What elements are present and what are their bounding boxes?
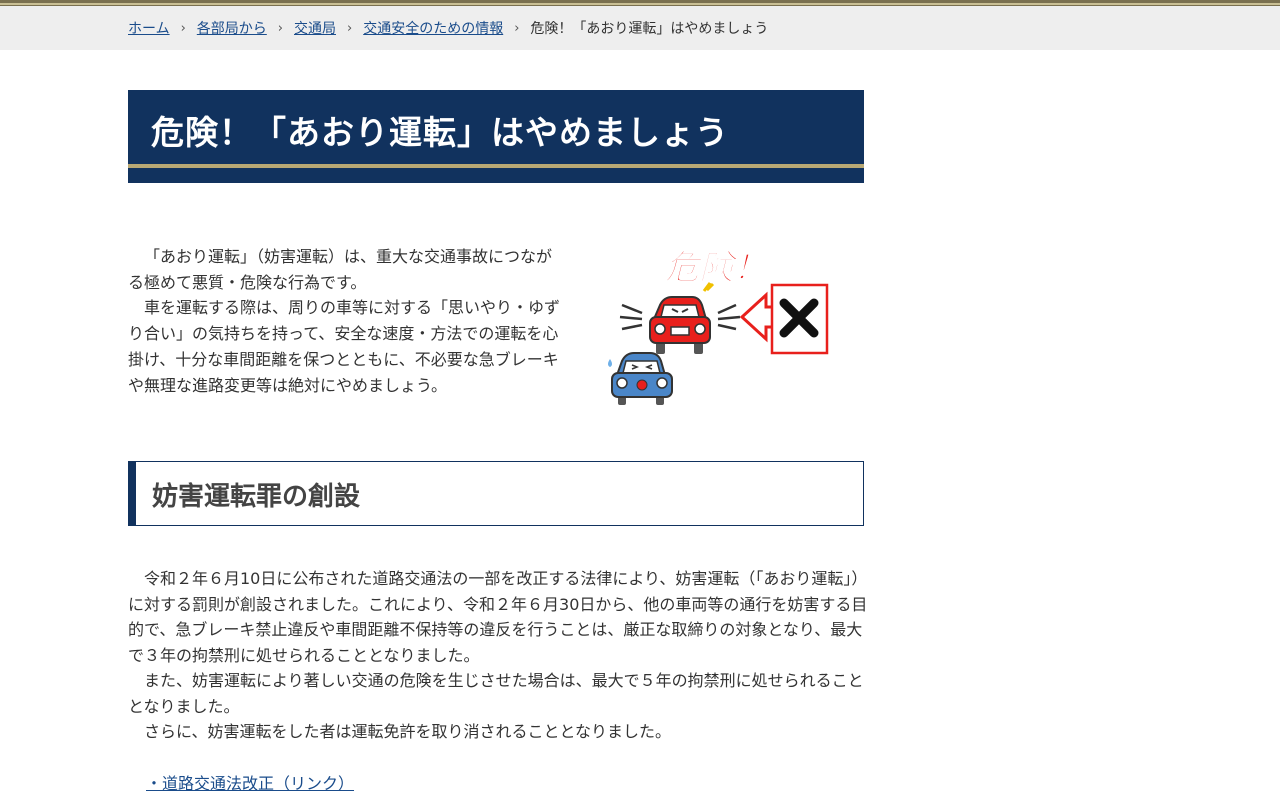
intro-text: 「あおり運転」（妨害運転）は、重大な交通事故につながる極めて悪質・危険な行為です… [128, 244, 560, 398]
page-title-banner: 危険！「あおり運転」はやめましょう [128, 90, 864, 183]
title-gold-rule [128, 164, 864, 168]
breadcrumb-traffic-safety-link[interactable]: 交通安全のための情報 [363, 18, 503, 38]
body-paragraph: 令和２年６月10日に公布された道路交通法の一部を改正する法律により、妨害運転（「… [128, 569, 868, 665]
breadcrumb-departments-link[interactable]: 各部局から [197, 18, 267, 38]
breadcrumb-transport-bureau-link[interactable]: 交通局 [294, 18, 336, 38]
tailgating-illustration: 危険！ [600, 235, 840, 415]
intro-paragraph: 「あおり運転」（妨害運転）は、重大な交通事故につながる極めて悪質・危険な行為です… [128, 247, 553, 292]
breadcrumb-bar: ホーム › 各部局から › 交通局 › 交通安全のための情報 › 危険！「あおり… [0, 6, 1280, 50]
intro-paragraph: 車を運転する際は、周りの車等に対する「思いやり・ゆずり合い」の気持ちを持って、安… [128, 298, 561, 395]
page-title: 危険！「あおり運転」はやめましょう [151, 113, 729, 152]
danger-caption: 危険！ [664, 248, 767, 288]
section-heading: 妨害運転罪の創設 [152, 482, 361, 512]
cross-mark-icon [770, 283, 829, 355]
breadcrumb-home-link[interactable]: ホーム [128, 18, 170, 38]
breadcrumb-current: 危険！「あおり運転」はやめましょう [530, 21, 769, 37]
section-body: 令和２年６月10日に公布された道路交通法の一部を改正する法律により、妨害運転（「… [128, 566, 868, 745]
body-paragraph: さらに、妨害運転をした者は運転免許を取り消されることとなりました。 [144, 722, 672, 741]
blue-car-icon [608, 352, 673, 405]
red-car-icon [649, 296, 711, 354]
section-heading-box: 妨害運転罪の創設 [128, 461, 864, 526]
road-traffic-law-link[interactable]: ・道路交通法改正（リンク） [146, 770, 354, 794]
breadcrumb: ホーム › 各部局から › 交通局 › 交通安全のための情報 › 危険！「あおり… [128, 18, 768, 38]
body-paragraph: また、妨害運転により著しい交通の危険を生じさせた場合は、最大で５年の拘禁刑に処せ… [128, 671, 864, 716]
breadcrumb-separator-icon: › [347, 20, 353, 36]
breadcrumb-separator-icon: › [514, 20, 520, 36]
breadcrumb-separator-icon: › [277, 20, 283, 36]
illustration-svg: 危険！ [608, 248, 829, 405]
breadcrumb-separator-icon: › [180, 20, 186, 36]
